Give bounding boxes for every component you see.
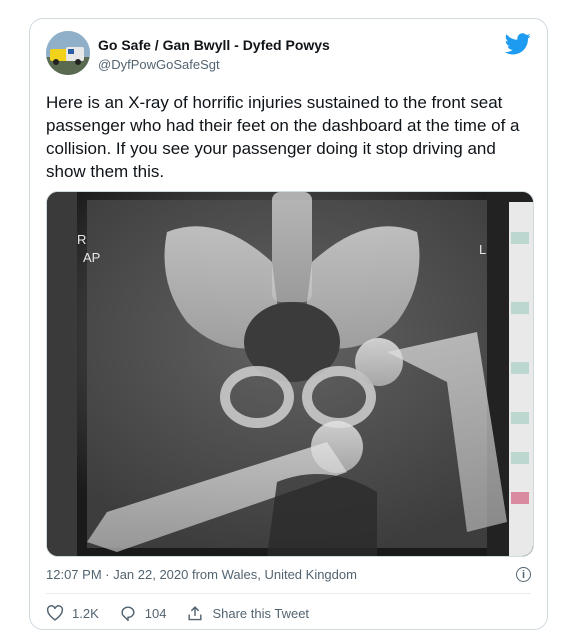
tweet-text: Here is an X-ray of horrific injuries su… (46, 93, 520, 181)
reply-icon (121, 606, 135, 621)
tweet-card: Go Safe / Gan Bwyll - Dyfed Powys @DyfPo… (29, 18, 548, 630)
like-button[interactable]: 1.2K (46, 605, 99, 621)
heart-icon (46, 605, 64, 621)
share-button[interactable]: Share this Tweet (186, 605, 309, 621)
reply-button[interactable]: 104 (119, 605, 167, 621)
like-count: 1.2K (72, 605, 99, 621)
display-name[interactable]: Go Safe / Gan Bwyll - Dyfed Powys (98, 37, 330, 53)
xray-marker-r: R (77, 232, 86, 247)
avatar-image (46, 31, 90, 75)
divider (46, 593, 531, 594)
reply-count: 104 (144, 605, 167, 621)
tweet-media-xray[interactable]: R AP L (46, 191, 534, 557)
xray-image: R AP L (47, 192, 533, 556)
avatar[interactable] (46, 31, 90, 75)
xray-marker-ap: AP (83, 250, 100, 265)
xray-marker-l: L (479, 242, 486, 257)
user-handle[interactable]: @DyfPowGoSafeSgt (98, 57, 220, 72)
share-icon (188, 606, 202, 621)
tweet-actions: 1.2K 104 Share this Tweet (46, 603, 329, 623)
twitter-bird-icon[interactable] (505, 33, 531, 55)
tweet-timestamp[interactable]: 12:07 PM · Jan 22, 2020 from Wales, Unit… (46, 567, 357, 582)
share-label: Share this Tweet (212, 605, 310, 621)
info-icon[interactable]: i (516, 567, 531, 582)
